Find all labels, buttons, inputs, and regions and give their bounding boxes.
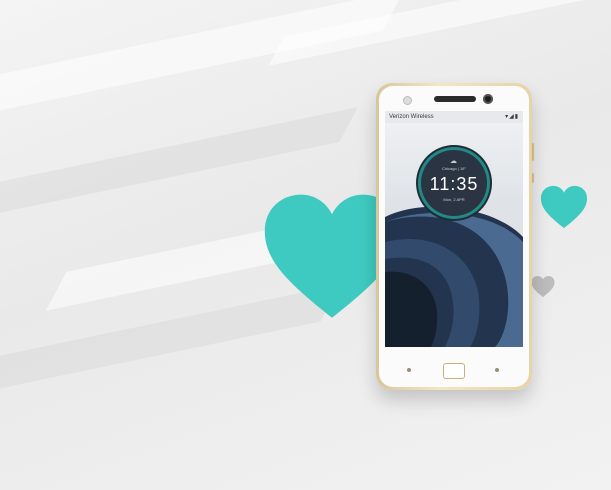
clock-date: Mon, 2 APR (443, 197, 465, 202)
sensor-icon (495, 368, 499, 372)
promo-stage: Verizon Wireless ▾◢▮ ☁ Chicago | 19° 11:… (0, 0, 611, 490)
status-bar: Verizon Wireless ▾◢▮ (385, 111, 523, 123)
smartphone: Verizon Wireless ▾◢▮ ☁ Chicago | 19° 11:… (376, 83, 534, 390)
small-heart-icon (540, 185, 588, 229)
volume-button (532, 143, 534, 161)
clock-widget[interactable]: ☁ Chicago | 19° 11:35 Mon, 2 APR (421, 150, 487, 216)
mic-icon (407, 368, 411, 372)
home-button[interactable] (443, 363, 465, 379)
phone-screen: Verizon Wireless ▾◢▮ ☁ Chicago | 19° 11:… (385, 111, 523, 347)
front-camera-icon (483, 94, 493, 104)
carrier-label: Verizon Wireless (389, 114, 434, 120)
wallpaper-swoosh (385, 197, 523, 347)
power-button (532, 173, 534, 183)
signal-battery-icon: ▾◢▮ (505, 114, 519, 120)
flash-icon (403, 96, 412, 105)
cloud-icon: ☁ (450, 158, 457, 165)
gray-heart-icon (531, 275, 555, 298)
clock-weather: Chicago | 19° (442, 166, 466, 171)
clock-time: 11:35 (429, 174, 479, 194)
phone-front: Verizon Wireless ▾◢▮ ☁ Chicago | 19° 11:… (379, 86, 529, 387)
earpiece-speaker (434, 96, 476, 102)
